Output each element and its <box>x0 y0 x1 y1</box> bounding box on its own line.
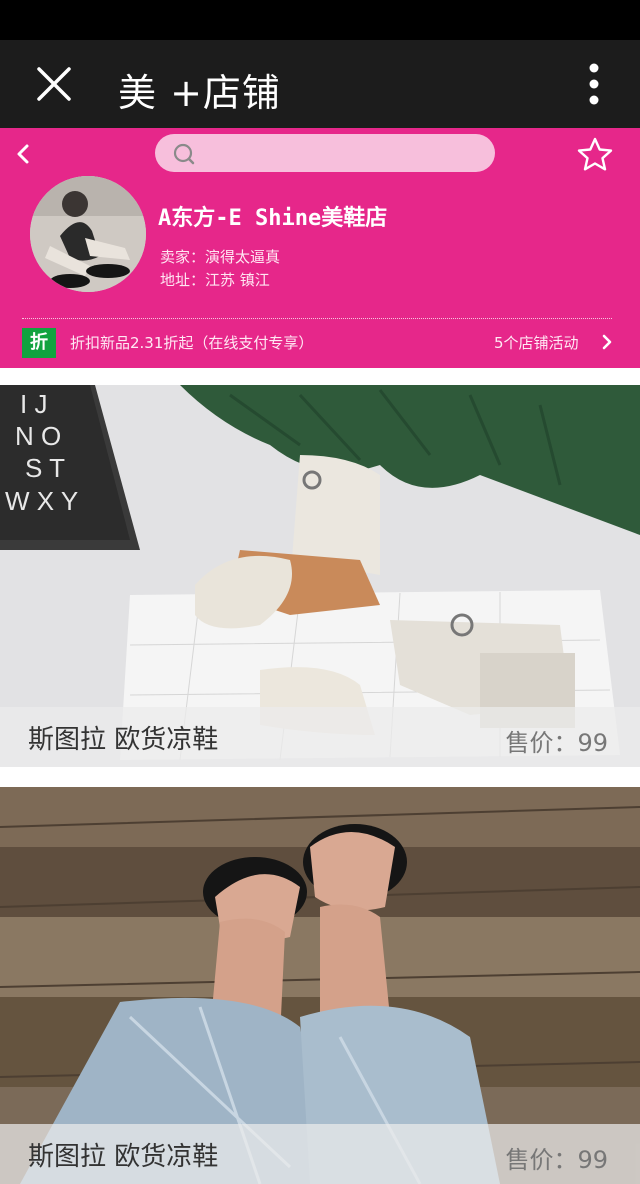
product-card[interactable]: I J N O S T W X Y 斯图拉 欧货凉鞋 售价：99 <box>0 385 640 767</box>
discount-badge: 折 <box>22 328 56 358</box>
seller-name: 卖家：演得太逼真 <box>160 248 281 266</box>
store-search-bar[interactable] <box>155 134 495 172</box>
product-price: 售价：99 <box>505 729 608 757</box>
status-bar <box>0 0 640 40</box>
search-input[interactable] <box>205 138 479 170</box>
back-chevron-icon[interactable] <box>12 142 36 166</box>
product-card[interactable]: 斯图拉 欧货凉鞋 售价：99 <box>0 787 640 1184</box>
product-price: 售价：99 <box>505 1146 608 1174</box>
svg-text:S T: S T <box>25 453 65 483</box>
store-address: 地址：江苏 镇江 <box>160 271 270 289</box>
app-title: 美 +店铺 <box>118 71 281 115</box>
more-vertical-icon[interactable] <box>582 62 606 106</box>
store-activities-link[interactable]: 5个店铺活动 <box>494 332 579 353</box>
product-name: 斯图拉 欧货凉鞋 <box>28 725 219 755</box>
store-header: A东方-E Shine美鞋店 卖家：演得太逼真 地址：江苏 镇江 折 折扣新品2… <box>0 128 640 368</box>
product-name: 斯图拉 欧货凉鞋 <box>28 1142 219 1172</box>
favorite-star-icon[interactable] <box>576 136 614 172</box>
product-caption: 斯图拉 欧货凉鞋 售价：99 <box>0 1124 640 1184</box>
svg-text:N O: N O <box>15 421 61 451</box>
promo-text: 折扣新品2.31折起（在线支付专享） <box>70 334 314 352</box>
chevron-right-icon[interactable] <box>600 334 614 350</box>
svg-text:W X Y: W X Y <box>5 486 78 516</box>
svg-text:I J: I J <box>20 389 47 419</box>
dotted-divider <box>22 318 612 319</box>
store-name: A东方-E Shine美鞋店 <box>158 206 388 231</box>
store-avatar[interactable] <box>30 176 146 292</box>
product-caption: 斯图拉 欧货凉鞋 售价：99 <box>0 707 640 767</box>
avatar-image <box>30 176 146 292</box>
search-icon <box>173 143 195 165</box>
promo-row[interactable]: 折 折扣新品2.31折起（在线支付专享） 5个店铺活动 <box>0 324 640 360</box>
app-bar: 美 +店铺 <box>0 40 640 128</box>
close-icon[interactable] <box>34 64 74 104</box>
